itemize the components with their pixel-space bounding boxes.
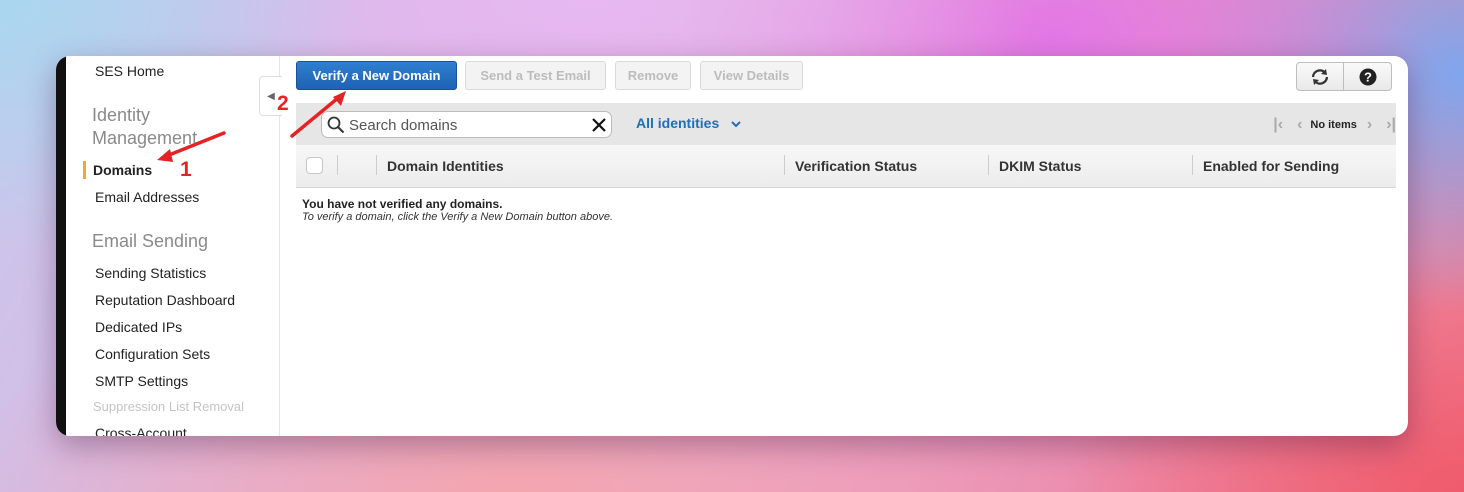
column-dkim-status[interactable]: DKIM Status bbox=[999, 158, 1081, 174]
remove-button: Remove bbox=[615, 61, 691, 90]
clear-search-icon[interactable] bbox=[592, 118, 606, 132]
sidebar-item-suppression-list-removal: Suppression List Removal bbox=[93, 399, 245, 414]
refresh-icon bbox=[1311, 68, 1329, 85]
sidebar-section-email-sending: Email Sending bbox=[92, 231, 209, 251]
sidebar-item-smtp-settings[interactable]: SMTP Settings bbox=[95, 373, 188, 389]
caret-left-icon: ◀ bbox=[267, 90, 275, 102]
column-divider bbox=[337, 155, 338, 175]
main-content: Verify a New Domain Send a Test Email Re… bbox=[296, 56, 1396, 436]
refresh-button[interactable] bbox=[1296, 62, 1344, 91]
sidebar-item-sending-statistics[interactable]: Sending Statistics bbox=[95, 265, 206, 281]
sidebar-item-email-addresses[interactable]: Email Addresses bbox=[95, 189, 199, 205]
sidebar-item-domains[interactable]: Domains bbox=[93, 162, 152, 178]
help-button[interactable]: ? bbox=[1344, 62, 1392, 91]
search-input[interactable] bbox=[347, 114, 591, 137]
empty-state-title: You have not verified any domains. bbox=[302, 197, 503, 211]
svg-text:?: ? bbox=[1364, 69, 1372, 84]
first-page-icon[interactable]: |‹ bbox=[1273, 116, 1283, 134]
identity-filter-label: All identities bbox=[636, 115, 720, 131]
sidebar-item-dedicated-ips[interactable]: Dedicated IPs bbox=[95, 319, 182, 335]
column-verification-status[interactable]: Verification Status bbox=[795, 158, 917, 174]
search-toolbar: All identities |‹ ‹ No items › ›| bbox=[296, 103, 1396, 145]
sidebar-item-configuration-sets[interactable]: Configuration Sets bbox=[95, 346, 210, 362]
column-divider bbox=[784, 155, 785, 175]
pagination-status: No items bbox=[1310, 119, 1357, 131]
sidebar-item-cross-account[interactable]: Cross-Account bbox=[95, 425, 187, 436]
chevron-down-icon bbox=[731, 121, 741, 128]
search-box bbox=[321, 111, 612, 138]
annotation-step-1: 1 bbox=[180, 158, 192, 181]
sidebar-item-reputation-dashboard[interactable]: Reputation Dashboard bbox=[95, 292, 235, 308]
window-edge bbox=[56, 56, 66, 436]
column-enabled-for-sending[interactable]: Enabled for Sending bbox=[1203, 158, 1339, 174]
select-all-checkbox[interactable] bbox=[306, 157, 323, 174]
column-divider bbox=[988, 155, 989, 175]
sidebar: SES Home Identity Management Domains Ema… bbox=[66, 56, 280, 436]
column-divider bbox=[1192, 155, 1193, 175]
help-icon: ? bbox=[1359, 68, 1376, 85]
table-header: Domain Identities Verification Status DK… bbox=[296, 145, 1396, 188]
search-icon bbox=[327, 116, 345, 134]
sidebar-item-ses-home[interactable]: SES Home bbox=[95, 63, 164, 79]
previous-page-icon[interactable]: ‹ bbox=[1297, 116, 1302, 134]
ses-console-window: SES Home Identity Management Domains Ema… bbox=[56, 56, 1408, 436]
pagination: |‹ ‹ No items › ›| bbox=[1273, 116, 1396, 134]
next-page-icon[interactable]: › bbox=[1367, 116, 1372, 134]
last-page-icon[interactable]: ›| bbox=[1386, 116, 1396, 134]
annotation-step-2: 2 bbox=[277, 92, 289, 115]
empty-state-hint: To verify a domain, click the Verify a N… bbox=[302, 211, 614, 223]
active-marker bbox=[83, 161, 86, 179]
column-domain-identities[interactable]: Domain Identities bbox=[387, 158, 504, 174]
send-test-email-button: Send a Test Email bbox=[465, 61, 606, 90]
sidebar-section-identity-management: Identity Management bbox=[92, 105, 198, 148]
view-details-button: View Details bbox=[700, 61, 803, 90]
identity-filter-dropdown[interactable]: All identities bbox=[636, 115, 741, 131]
column-divider bbox=[376, 155, 377, 175]
verify-new-domain-button[interactable]: Verify a New Domain bbox=[296, 61, 457, 90]
